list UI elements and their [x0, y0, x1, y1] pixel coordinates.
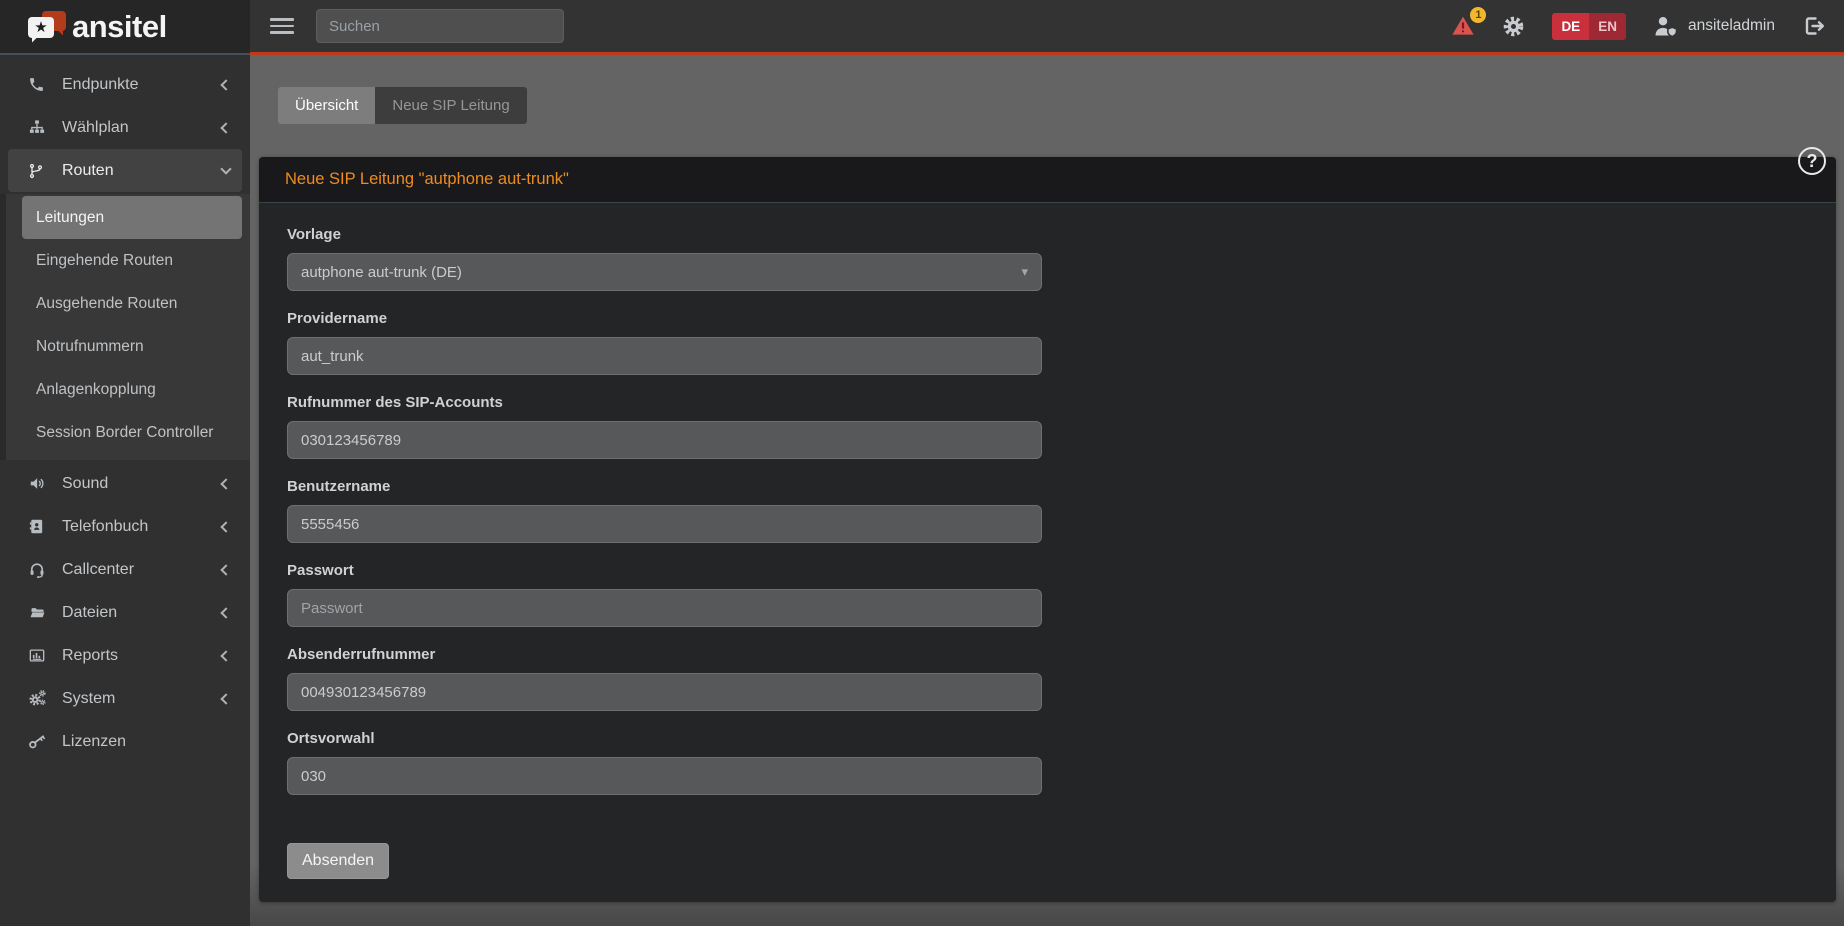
- submenu-item-anlagenkopplung[interactable]: Anlagenkopplung: [6, 368, 250, 411]
- submenu-item-label: Session Border Controller: [36, 424, 213, 442]
- sidebar-item-label: Lizenzen: [62, 733, 230, 751]
- chevron-left-icon: [220, 122, 231, 133]
- sidebar-item-label: Endpunkte: [62, 76, 222, 94]
- address-book-icon: [28, 518, 50, 535]
- cogs-icon: [28, 689, 50, 708]
- absenderrufnummer-input[interactable]: [287, 673, 1042, 711]
- volume-icon: [28, 475, 50, 492]
- language-switch: DE EN: [1552, 13, 1626, 40]
- sip-trunk-form: Vorlage autphone aut-trunk (DE) ▾ Provid…: [259, 203, 1836, 902]
- user-shield-icon: [1653, 14, 1679, 38]
- phone-icon: [28, 76, 50, 93]
- submenu-item-label: Eingehende Routen: [36, 252, 173, 270]
- new-sip-trunk-panel: Neue SIP Leitung "autphone aut-trunk" Vo…: [259, 157, 1836, 902]
- sidebar-item-lizenzen[interactable]: Lizenzen: [0, 720, 250, 763]
- help-icon[interactable]: ?: [1798, 147, 1826, 175]
- sidebar-item-dateien[interactable]: Dateien: [0, 591, 250, 634]
- ortsvorwahl-label: Ortsvorwahl: [287, 730, 1808, 747]
- panel-title: Neue SIP Leitung "autphone aut-trunk": [259, 157, 1836, 203]
- routen-submenu: Leitungen Eingehende Routen Ausgehende R…: [0, 194, 250, 460]
- submenu-item-eingehende-routen[interactable]: Eingehende Routen: [6, 239, 250, 282]
- submenu-item-label: Leitungen: [36, 209, 104, 227]
- sidebar-item-label: Dateien: [62, 604, 222, 622]
- sidebar-item-routen[interactable]: Routen: [8, 149, 242, 192]
- user-menu[interactable]: ansiteladmin: [1653, 14, 1775, 38]
- submenu-item-notrufnummern[interactable]: Notrufnummern: [6, 325, 250, 368]
- vorlage-select[interactable]: autphone aut-trunk (DE) ▾: [287, 253, 1042, 291]
- ortsvorwahl-input[interactable]: [287, 757, 1042, 795]
- chevron-left-icon: [220, 693, 231, 704]
- ansitel-logo: ★ ansitel: [26, 9, 167, 45]
- headset-icon: [28, 561, 50, 579]
- passwort-input[interactable]: [287, 589, 1042, 627]
- chevron-left-icon: [220, 607, 231, 618]
- sidebar-item-reports[interactable]: Reports: [0, 634, 250, 677]
- chevron-left-icon: [220, 521, 231, 532]
- submenu-item-label: Anlagenkopplung: [36, 381, 156, 399]
- providername-input[interactable]: [287, 337, 1042, 375]
- tab-neue-sip-leitung[interactable]: Neue SIP Leitung: [375, 87, 526, 124]
- sidebar-item-sound[interactable]: Sound: [0, 462, 250, 505]
- submenu-item-label: Notrufnummern: [36, 338, 144, 356]
- content-area: Übersicht Neue SIP Leitung ? Neue SIP Le…: [250, 55, 1844, 926]
- gear-icon: [1502, 15, 1525, 38]
- sidebar-item-label: Callcenter: [62, 561, 222, 579]
- sitemap-icon: [28, 119, 50, 136]
- chevron-left-icon: [220, 79, 231, 90]
- hamburger-menu-icon[interactable]: [270, 16, 294, 36]
- select-caret-icon: ▾: [1021, 264, 1028, 280]
- submenu-item-leitungen[interactable]: Leitungen: [22, 196, 242, 239]
- rufnummer-input[interactable]: [287, 421, 1042, 459]
- language-de-button[interactable]: DE: [1552, 13, 1589, 40]
- app-window: ★ ansitel 1: [0, 0, 1844, 926]
- brand-name: ansitel: [72, 11, 167, 42]
- bar-chart-icon: [28, 647, 50, 664]
- submenu-item-label: Ausgehende Routen: [36, 295, 177, 313]
- search-input[interactable]: [316, 9, 564, 43]
- absenden-button[interactable]: Absenden: [287, 843, 389, 879]
- providername-label: Providername: [287, 310, 1808, 327]
- folder-open-icon: [28, 605, 50, 621]
- route-branch-icon: [28, 162, 50, 180]
- absenderrufnummer-label: Absenderrufnummer: [287, 646, 1808, 663]
- key-icon: [28, 733, 50, 751]
- sidebar-item-label: Wählplan: [62, 119, 222, 137]
- sidebar-nav: Endpunkte Wählplan: [0, 55, 250, 926]
- sidebar-item-telefonbuch[interactable]: Telefonbuch: [0, 505, 250, 548]
- sidebar-item-label: Routen: [62, 162, 222, 180]
- topbar: ★ ansitel 1: [0, 0, 1844, 55]
- sidebar-item-label: Telefonbuch: [62, 518, 222, 536]
- language-en-button[interactable]: EN: [1589, 13, 1626, 40]
- sidebar-item-label: Sound: [62, 475, 222, 493]
- logout-button[interactable]: [1802, 14, 1826, 38]
- alert-count-badge: 1: [1470, 7, 1486, 23]
- alerts-button[interactable]: 1: [1451, 14, 1475, 38]
- benutzername-input[interactable]: [287, 505, 1042, 543]
- benutzername-label: Benutzername: [287, 478, 1808, 495]
- brand-area: ★ ansitel: [0, 0, 250, 55]
- rufnummer-label: Rufnummer des SIP-Accounts: [287, 394, 1808, 411]
- submenu-item-session-border-controller[interactable]: Session Border Controller: [6, 411, 250, 454]
- chevron-left-icon: [220, 564, 231, 575]
- sidebar-item-endpunkte[interactable]: Endpunkte: [0, 63, 250, 106]
- settings-button[interactable]: [1502, 15, 1525, 38]
- topbar-main: 1 DE EN ansiteladmin: [250, 0, 1844, 55]
- chevron-left-icon: [220, 478, 231, 489]
- chevron-left-icon: [220, 650, 231, 661]
- sidebar-item-system[interactable]: System: [0, 677, 250, 720]
- tab-uebersicht[interactable]: Übersicht: [278, 87, 375, 124]
- sidebar-item-label: Reports: [62, 647, 222, 665]
- username-label: ansiteladmin: [1688, 17, 1775, 35]
- chevron-down-icon: [220, 163, 231, 174]
- vorlage-selected-value: autphone aut-trunk (DE): [301, 264, 462, 281]
- sidebar-item-waehlplan[interactable]: Wählplan: [0, 106, 250, 149]
- sidebar-item-callcenter[interactable]: Callcenter: [0, 548, 250, 591]
- vorlage-label: Vorlage: [287, 226, 1808, 243]
- submenu-item-ausgehende-routen[interactable]: Ausgehende Routen: [6, 282, 250, 325]
- sign-out-icon: [1802, 14, 1826, 38]
- speech-bubble-star-icon: ★: [26, 9, 70, 45]
- tab-bar: Übersicht Neue SIP Leitung: [278, 87, 1844, 124]
- sidebar-item-label: System: [62, 690, 222, 708]
- passwort-label: Passwort: [287, 562, 1808, 579]
